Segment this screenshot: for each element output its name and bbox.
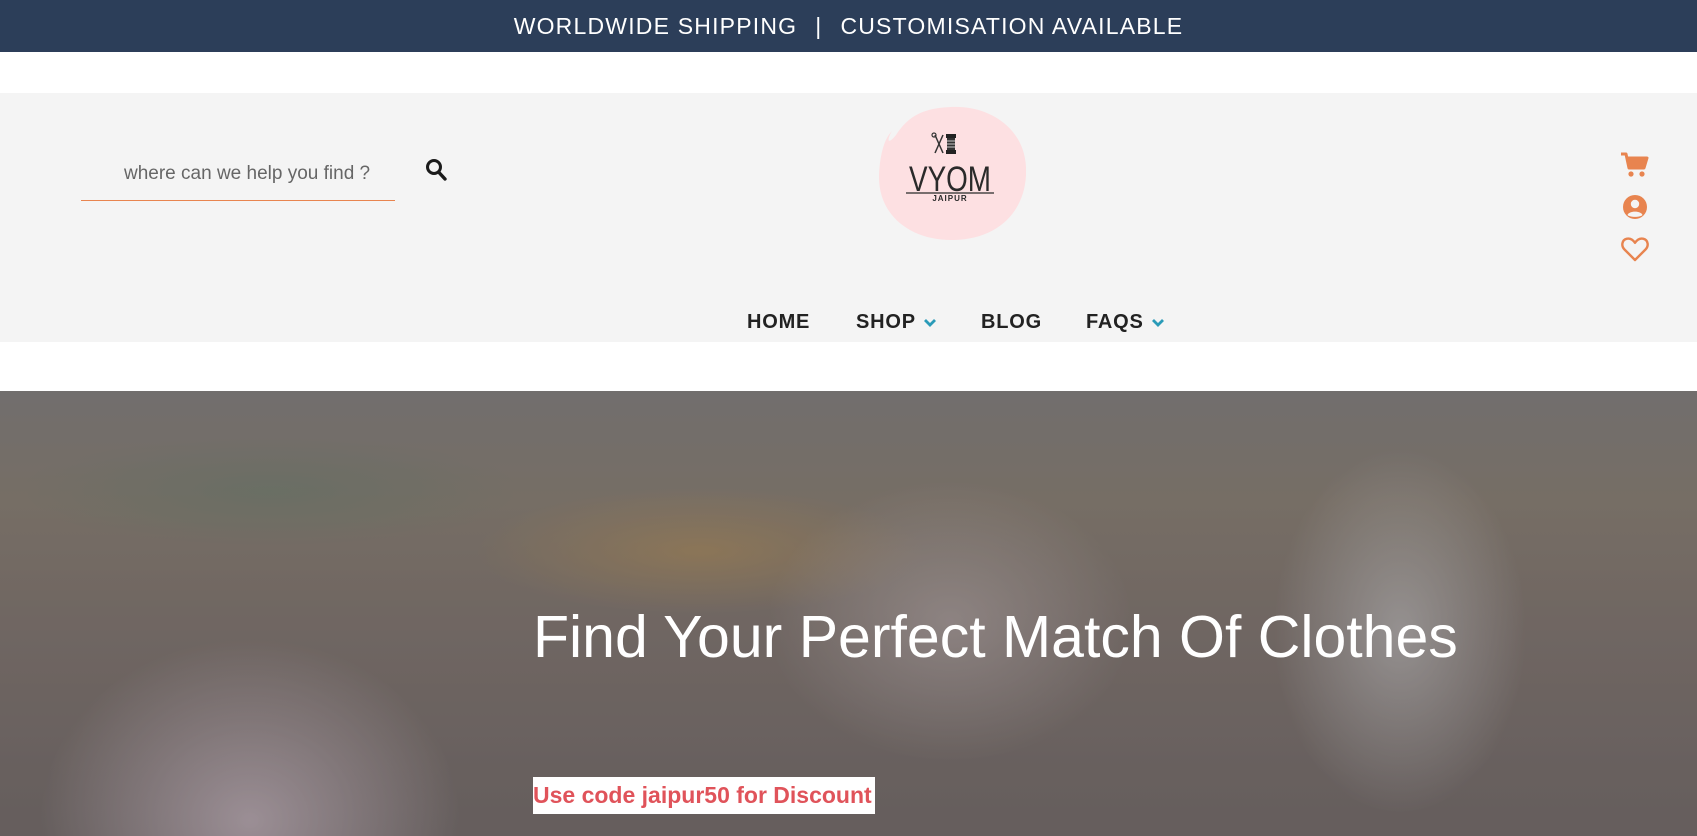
announcement-customisation: CUSTOMISATION AVAILABLE: [840, 12, 1184, 39]
nav-faqs-label: FAQS: [1086, 311, 1144, 333]
nav-blog-label: BLOG: [981, 311, 1042, 333]
chevron-down-icon: [1151, 318, 1164, 327]
hero-banner: Find Your Perfect Match Of Clothes Use c…: [0, 391, 1697, 836]
user-icon[interactable]: [1620, 192, 1650, 222]
main-nav: HOME SHOP BLOG FAQS: [0, 305, 1697, 341]
site-logo[interactable]: VYOM JAIPUR: [876, 105, 1027, 241]
search-button[interactable]: [425, 158, 447, 182]
announcement-bar: WORLDWIDE SHIPPING | CUSTOMISATION AVAIL…: [0, 0, 1697, 52]
nav-faqs[interactable]: FAQS: [1086, 311, 1165, 334]
header-icons: [1620, 150, 1654, 276]
nav-shop-label: SHOP: [856, 311, 916, 333]
announcement-shipping: WORLDWIDE SHIPPING: [513, 12, 798, 39]
search-icon: [426, 159, 447, 181]
search-bar: [81, 150, 395, 201]
nav-blog[interactable]: BLOG: [981, 311, 1042, 334]
chevron-down-icon: [923, 318, 936, 327]
promo-code-banner: Use code jaipur50 for Discount: [533, 777, 875, 814]
logo-city: JAIPUR: [932, 194, 967, 203]
announcement-separator: |: [815, 12, 823, 39]
nav-home[interactable]: HOME: [747, 311, 810, 334]
nav-shop[interactable]: SHOP: [856, 311, 937, 334]
search-input[interactable]: [81, 150, 395, 198]
nav-home-label: HOME: [747, 311, 811, 333]
heart-icon[interactable]: [1620, 234, 1650, 264]
hero-title: Find Your Perfect Match Of Clothes: [533, 604, 1458, 670]
cart-icon[interactable]: [1620, 150, 1650, 180]
